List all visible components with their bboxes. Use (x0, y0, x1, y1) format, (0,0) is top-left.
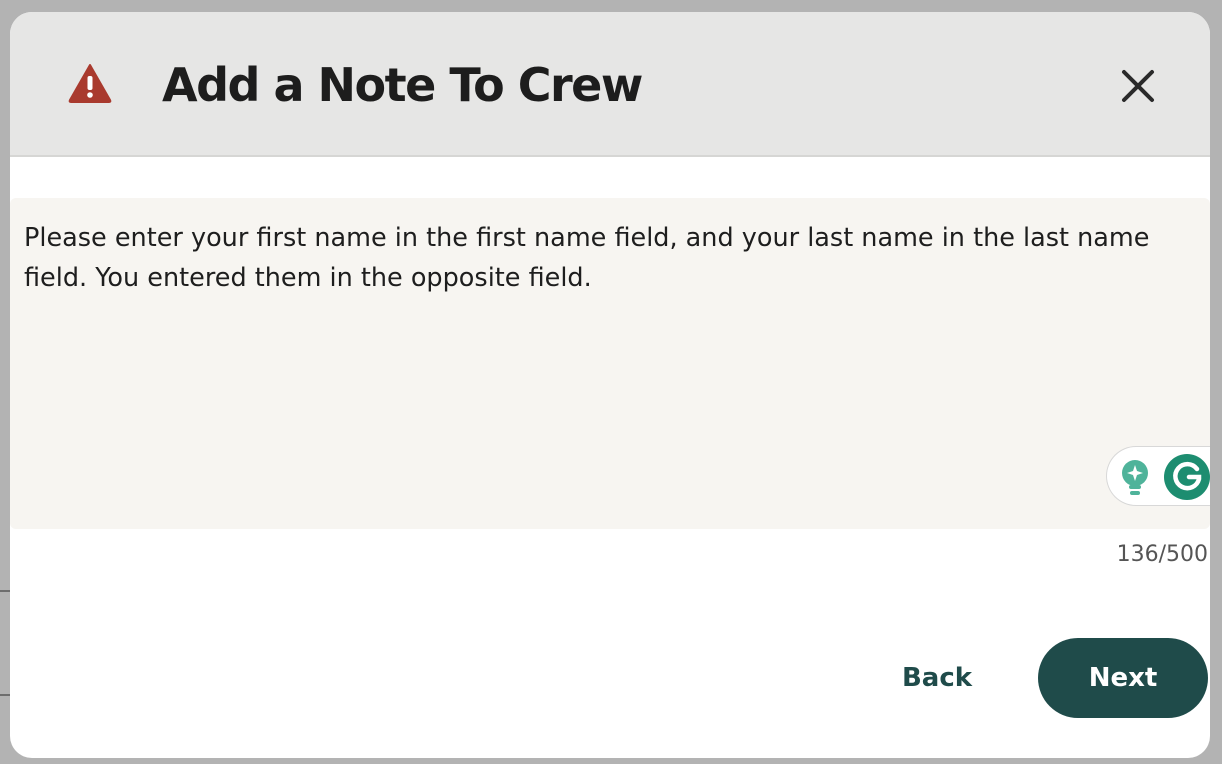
close-icon (1122, 70, 1154, 102)
note-textarea[interactable] (10, 198, 1210, 529)
modal-header: Add a Note To Crew (10, 12, 1210, 157)
grammarly-widget[interactable] (1106, 446, 1210, 506)
add-note-modal: Add a Note To Crew 136/500 Back Next (10, 12, 1210, 758)
next-button[interactable]: Next (1038, 638, 1208, 718)
back-button[interactable]: Back (882, 658, 992, 698)
close-button[interactable] (1116, 64, 1160, 108)
character-count: 136/500 (1116, 542, 1208, 567)
background-divider (0, 590, 10, 592)
warning-triangle-icon (68, 64, 112, 103)
modal-title: Add a Note To Crew (162, 58, 643, 112)
grammarly-g-icon[interactable] (1163, 453, 1210, 501)
background-divider (0, 694, 10, 696)
lightbulb-icon[interactable] (1119, 459, 1151, 497)
